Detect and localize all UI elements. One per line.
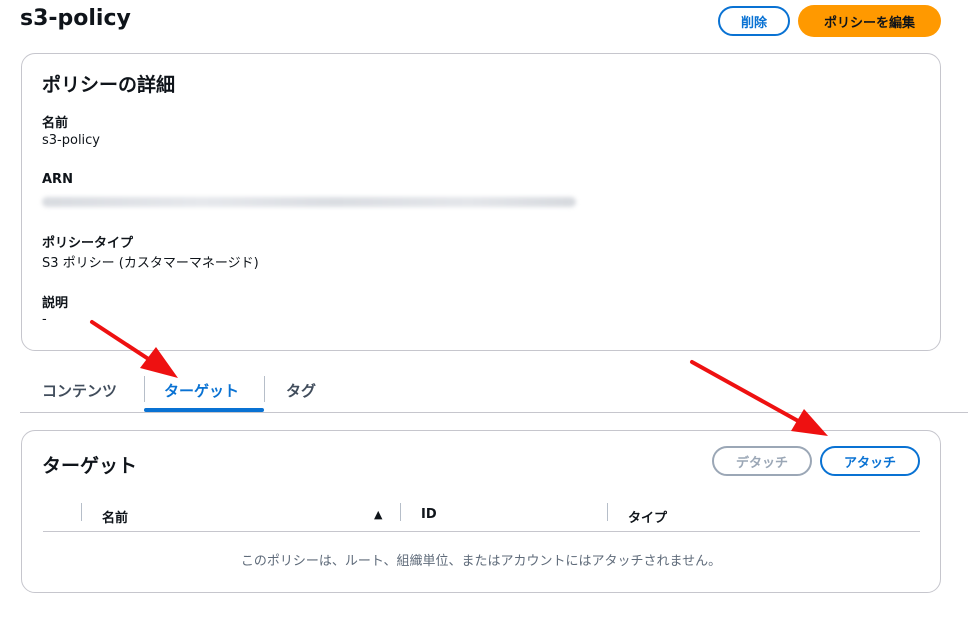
delete-button[interactable]: 削除 <box>718 6 790 36</box>
arn-label: ARN <box>42 172 73 187</box>
policy-type-label: ポリシータイプ <box>42 236 134 251</box>
tab-targets[interactable]: ターゲット <box>164 380 239 401</box>
targets-title: ターゲット <box>42 455 138 477</box>
detach-button[interactable]: デタッチ <box>712 446 812 476</box>
column-header-type[interactable]: タイプ <box>628 507 667 526</box>
tab-tags[interactable]: タグ <box>286 380 316 401</box>
table-header-divider <box>43 531 920 532</box>
tab-divider <box>144 376 145 402</box>
name-label: 名前 <box>42 116 69 131</box>
column-divider[interactable] <box>607 503 608 521</box>
attach-button[interactable]: アタッチ <box>820 446 920 476</box>
annotation-arrowhead-tab <box>140 347 178 378</box>
column-divider <box>81 503 82 521</box>
tab-contents[interactable]: コンテンツ <box>42 380 117 401</box>
empty-table-message: このポリシーは、ルート、組織単位、またはアカウントにはアタッチされません。 <box>240 554 722 569</box>
policy-details-title: ポリシーの詳細 <box>42 74 176 96</box>
arn-value-redacted <box>42 197 576 207</box>
description-label: 説明 <box>42 296 69 311</box>
edit-policy-button[interactable]: ポリシーを編集 <box>798 5 941 37</box>
page-title: s3-policy <box>20 6 131 31</box>
targets-card: ターゲット デタッチ アタッチ 名前 ▲ ID タイプ このポリシーは、ルート、… <box>21 430 941 593</box>
annotation-arrow-attach <box>690 360 802 424</box>
policy-details-card: ポリシーの詳細 名前 s3-policy ARN ポリシータイプ S3 ポリシー… <box>21 53 941 351</box>
tabs-baseline <box>20 412 968 413</box>
name-value: s3-policy <box>42 133 101 148</box>
tab-divider <box>264 376 265 402</box>
column-divider[interactable] <box>400 503 401 521</box>
column-header-id[interactable]: ID <box>421 507 437 522</box>
active-tab-indicator <box>144 408 264 412</box>
description-value: - <box>42 312 47 327</box>
policy-type-value: S3 ポリシー (カスタマーマネージド) <box>42 256 259 271</box>
column-header-name[interactable]: 名前 <box>102 507 128 526</box>
sort-ascending-icon[interactable]: ▲ <box>374 508 382 521</box>
